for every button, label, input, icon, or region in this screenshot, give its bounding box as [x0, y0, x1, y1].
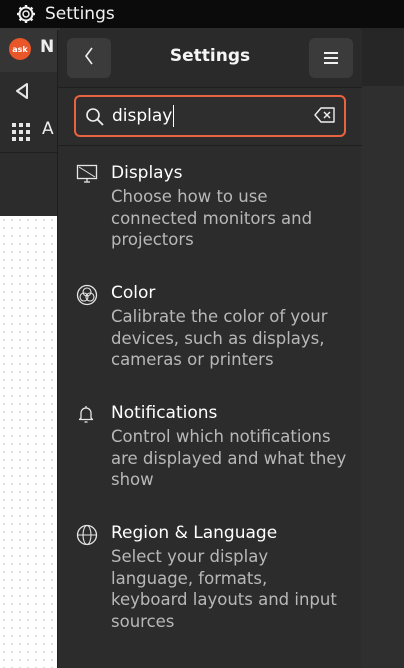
search-input[interactable] — [112, 103, 302, 129]
clear-search-icon[interactable] — [314, 107, 336, 127]
content-header-edge — [360, 28, 404, 86]
settings-panel: Settings display Displays Choose how to … — [57, 30, 362, 668]
text-cursor — [173, 105, 174, 127]
result-title: Region & Language — [111, 523, 278, 543]
search-bar — [58, 88, 362, 146]
apps-grid-icon[interactable] — [12, 123, 30, 145]
back-button[interactable] — [67, 38, 111, 78]
result-description: Calibrate the color of your devices, suc… — [111, 307, 328, 369]
result-notifications[interactable]: Notifications Control which notification… — [58, 400, 362, 510]
settings-gear-icon[interactable] — [16, 4, 36, 24]
result-displays[interactable]: Displays Choose how to use connected mon… — [58, 160, 362, 270]
result-color[interactable]: Color Calibrate the color of your device… — [58, 280, 362, 390]
result-description: Control which notifications are displaye… — [111, 427, 347, 489]
apps-label[interactable]: A — [42, 119, 54, 139]
hamburger-menu-icon — [324, 49, 338, 68]
result-title: Displays — [111, 163, 183, 183]
settings-header: Settings — [58, 30, 362, 88]
page-background-pattern — [0, 216, 60, 668]
top-bar: Settings — [0, 0, 404, 28]
result-title: Notifications — [111, 403, 218, 423]
color-icon — [76, 284, 98, 310]
search-icon — [85, 107, 105, 131]
globe-icon — [76, 524, 98, 550]
browser-back-icon[interactable] — [14, 82, 30, 104]
result-region-language[interactable]: Region & Language Select your display la… — [58, 520, 362, 631]
search-field[interactable] — [74, 95, 346, 137]
display-icon — [76, 164, 98, 188]
chevron-left-icon — [83, 46, 95, 70]
ask-logo-icon: ask — [9, 38, 31, 60]
content-pane-edge — [360, 28, 404, 668]
result-description: Select your display language, formats, k… — [111, 547, 337, 631]
bell-icon — [76, 404, 96, 428]
page-title: Settings — [169, 46, 251, 66]
result-title: Color — [111, 283, 156, 303]
browser-tab-title[interactable]: N — [40, 37, 54, 57]
menu-button[interactable] — [309, 38, 353, 78]
app-name[interactable]: Settings — [45, 4, 115, 24]
result-description: Choose how to use connected monitors and… — [111, 187, 313, 249]
toolbar-divider — [0, 152, 60, 153]
